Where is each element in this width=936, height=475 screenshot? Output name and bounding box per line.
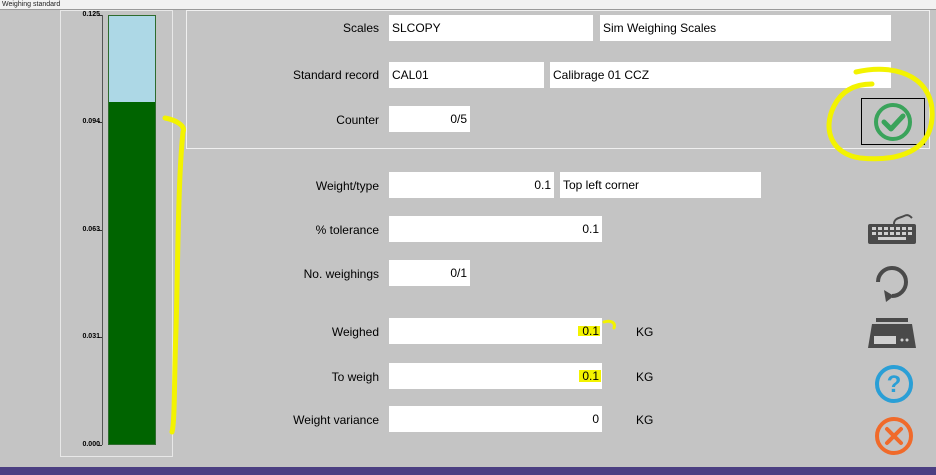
to-weigh-label: To weigh [331,370,379,384]
weight-variance-unit: KG [636,413,654,427]
weight-gauge-fill [109,101,155,444]
standard-record-name-field[interactable]: Calibrage 01 CCZ [550,62,891,88]
counter-label: Counter [336,113,379,127]
tolerance-field[interactable]: 0.1 [389,216,602,242]
to-weigh-field[interactable]: 0.1 [389,363,602,389]
svg-text:?: ? [887,371,902,398]
cancel-button[interactable] [864,414,920,458]
gauge-axis [102,15,103,445]
standard-record-code-field[interactable]: CAL01 [389,62,544,88]
weight-value-field[interactable]: 0.1 [389,172,554,198]
weight-variance-label: Weight variance [293,413,379,427]
keyboard-button[interactable] [864,210,920,254]
scales-label: Scales [342,21,379,35]
counter-field[interactable]: 0/5 [389,106,470,132]
validate-button[interactable] [861,98,925,145]
gauge-tick-label: 0.063 [82,226,100,233]
check-icon [874,103,912,141]
weighed-field[interactable]: 0.1 [389,318,602,344]
weighings-label: No. weighings [303,267,379,281]
gauge-tick-label: 0.094 [82,118,100,125]
weighed-unit: KG [636,325,654,339]
keyboard-icon [868,214,916,244]
weighings-field[interactable]: 0/1 [389,260,470,286]
weighed-label: Weighed [331,325,379,339]
scale-button[interactable] [864,314,920,358]
weight-gauge [108,15,156,445]
to-weigh-value: 0.1 [582,369,599,383]
help-button[interactable]: ? [864,362,920,406]
gauge-tick-label: 0.031 [82,333,100,340]
tolerance-label: % tolerance [315,223,379,237]
weight-type-field[interactable]: Top left corner [560,172,761,198]
scales-name-field[interactable]: Sim Weighing Scales [600,15,891,41]
to-weigh-unit: KG [636,370,654,384]
scale-icon [868,318,916,348]
help-icon: ? [875,365,913,403]
status-bar [0,467,936,475]
window-title: Weighing standard [0,0,936,10]
weight-type-label: Weight/type [315,179,379,193]
cancel-icon [875,417,913,455]
refresh-button[interactable] [864,262,920,306]
weight-variance-field[interactable]: 0 [389,406,602,432]
refresh-icon [876,266,908,302]
weighed-value: 0.1 [582,324,599,338]
scales-code-field[interactable]: SLCOPY [389,15,593,41]
gauge-tick-label: 0.125 [82,11,100,18]
standard-record-label: Standard record [292,68,379,82]
gauge-tick-label: 0.000 [82,441,100,448]
